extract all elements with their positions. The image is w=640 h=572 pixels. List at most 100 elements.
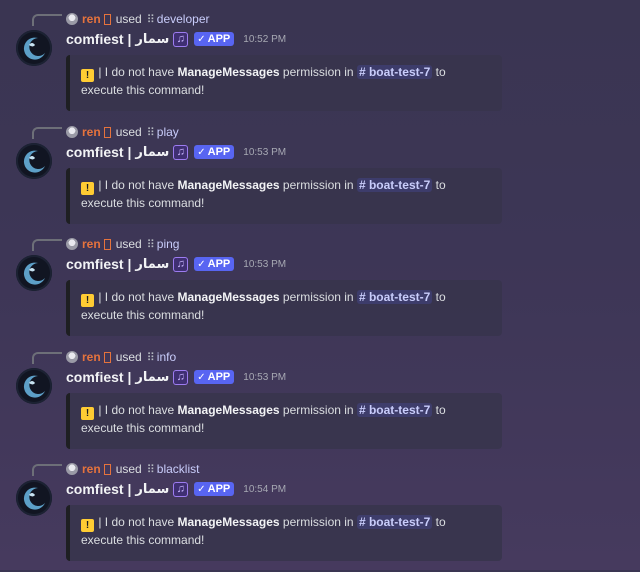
bot-username-arabic[interactable]: سمار xyxy=(135,31,169,47)
embed-text-middle: permission in xyxy=(279,515,357,529)
embed-permission-name: ManageMessages xyxy=(177,65,280,79)
bot-message: ren used ⠿ play comfiest | سمار ♫ ✓ APP … xyxy=(0,123,640,235)
warning-icon: ! xyxy=(81,69,94,82)
command-reply-context[interactable]: ren used ⠿ ping xyxy=(66,235,179,253)
warning-icon: ! xyxy=(81,519,94,532)
bot-username[interactable]: comfiest | xyxy=(66,31,131,47)
message-header: comfiest | سمار ♫ ✓ APP 10:54 PM xyxy=(66,479,286,499)
user-avatar-small[interactable] xyxy=(66,238,78,250)
missing-glyph-icon xyxy=(103,238,111,250)
checkmark-icon: ✓ xyxy=(197,146,206,158)
channel-mention[interactable]: # boat-test-7 xyxy=(356,290,433,304)
message-timestamp[interactable]: 10:52 PM xyxy=(243,34,286,45)
reply-used-text: used xyxy=(115,237,142,251)
channel-mention[interactable]: # boat-test-7 xyxy=(356,178,433,192)
bot-username-arabic[interactable]: سمار xyxy=(135,369,169,385)
app-badge[interactable]: ✓ APP xyxy=(194,145,235,159)
app-badge[interactable]: ✓ APP xyxy=(194,482,235,496)
command-name[interactable]: ping xyxy=(157,237,180,251)
music-note-icon: ♫ xyxy=(173,481,189,497)
music-note-icon: ♫ xyxy=(173,256,189,272)
warning-icon: ! xyxy=(81,294,94,307)
checkmark-icon: ✓ xyxy=(197,483,206,495)
bot-avatar[interactable] xyxy=(16,480,52,516)
message-embed: ! | I do not have ManageMessages permiss… xyxy=(66,505,502,561)
channel-mention[interactable]: # boat-test-7 xyxy=(356,515,433,529)
app-badge-label: APP xyxy=(207,483,231,495)
message-header: comfiest | سمار ♫ ✓ APP 10:53 PM xyxy=(66,142,286,162)
reply-username[interactable]: ren xyxy=(82,237,101,251)
bot-avatar[interactable] xyxy=(16,368,52,404)
bot-message: ren used ⠿ developer comfiest | سمار ♫ ✓… xyxy=(0,10,640,122)
user-avatar-small[interactable] xyxy=(66,463,78,475)
command-name[interactable]: blacklist xyxy=(157,462,200,476)
channel-mention[interactable]: # boat-test-7 xyxy=(356,403,433,417)
slash-command-icon: ⠿ xyxy=(146,351,155,364)
message-timestamp[interactable]: 10:53 PM xyxy=(243,259,286,270)
reply-username[interactable]: ren xyxy=(82,125,101,139)
message-timestamp[interactable]: 10:54 PM xyxy=(243,484,286,495)
reply-connector xyxy=(32,14,62,26)
user-avatar-small[interactable] xyxy=(66,126,78,138)
embed-text-prefix: | I do not have xyxy=(95,65,178,79)
bot-message: ren used ⠿ blacklist comfiest | سمار ♫ ✓… xyxy=(0,460,640,572)
reply-username[interactable]: ren xyxy=(82,350,101,364)
bot-username-arabic[interactable]: سمار xyxy=(135,144,169,160)
missing-glyph-icon xyxy=(103,463,111,475)
embed-permission-name: ManageMessages xyxy=(177,515,280,529)
slash-command-icon: ⠿ xyxy=(146,13,155,26)
app-badge[interactable]: ✓ APP xyxy=(194,370,235,384)
command-reply-context[interactable]: ren used ⠿ play xyxy=(66,123,179,141)
slash-command-icon: ⠿ xyxy=(146,238,155,251)
bot-avatar[interactable] xyxy=(16,255,52,291)
music-note-icon: ♫ xyxy=(173,31,189,47)
message-header: comfiest | سمار ♫ ✓ APP 10:52 PM xyxy=(66,29,286,49)
app-badge-label: APP xyxy=(207,371,231,383)
bot-avatar-moon-icon xyxy=(23,487,45,510)
command-name[interactable]: info xyxy=(157,350,176,364)
reply-username[interactable]: ren xyxy=(82,12,101,26)
bot-avatar-moon-icon xyxy=(23,262,45,285)
app-badge[interactable]: ✓ APP xyxy=(194,257,235,271)
message-timestamp[interactable]: 10:53 PM xyxy=(243,372,286,383)
embed-text-middle: permission in xyxy=(279,178,357,192)
embed-permission-name: ManageMessages xyxy=(177,290,280,304)
message-timestamp[interactable]: 10:53 PM xyxy=(243,147,286,158)
user-avatar-small[interactable] xyxy=(66,351,78,363)
missing-glyph-icon xyxy=(103,13,111,25)
bot-avatar[interactable] xyxy=(16,30,52,66)
bot-username[interactable]: comfiest | xyxy=(66,369,131,385)
warning-icon: ! xyxy=(81,182,94,195)
bot-username-arabic[interactable]: سمار xyxy=(135,256,169,272)
command-reply-context[interactable]: ren used ⠿ developer xyxy=(66,10,210,28)
embed-text-prefix: | I do not have xyxy=(95,178,178,192)
message-header: comfiest | سمار ♫ ✓ APP 10:53 PM xyxy=(66,254,286,274)
command-reply-context[interactable]: ren used ⠿ info xyxy=(66,348,176,366)
bot-username-arabic[interactable]: سمار xyxy=(135,481,169,497)
bot-avatar[interactable] xyxy=(16,143,52,179)
embed-text-middle: permission in xyxy=(279,403,357,417)
command-reply-context[interactable]: ren used ⠿ blacklist xyxy=(66,460,199,478)
bot-username[interactable]: comfiest | xyxy=(66,144,131,160)
bot-username[interactable]: comfiest | xyxy=(66,256,131,272)
music-note-icon: ♫ xyxy=(173,369,189,385)
reply-used-text: used xyxy=(115,125,142,139)
command-name[interactable]: developer xyxy=(157,12,210,26)
bot-message: ren used ⠿ ping comfiest | سمار ♫ ✓ APP … xyxy=(0,235,640,347)
warning-icon: ! xyxy=(81,407,94,420)
message-embed: ! | I do not have ManageMessages permiss… xyxy=(66,55,502,111)
slash-command-icon: ⠿ xyxy=(146,126,155,139)
reply-username[interactable]: ren xyxy=(82,462,101,476)
command-name[interactable]: play xyxy=(157,125,179,139)
user-avatar-small[interactable] xyxy=(66,13,78,25)
checkmark-icon: ✓ xyxy=(197,371,206,383)
app-badge-label: APP xyxy=(207,258,231,270)
bot-username[interactable]: comfiest | xyxy=(66,481,131,497)
channel-mention[interactable]: # boat-test-7 xyxy=(356,65,433,79)
bot-avatar-moon-icon xyxy=(23,150,45,173)
embed-text-prefix: | I do not have xyxy=(95,403,178,417)
app-badge[interactable]: ✓ APP xyxy=(194,32,235,46)
reply-connector xyxy=(32,127,62,139)
checkmark-icon: ✓ xyxy=(197,258,206,270)
checkmark-icon: ✓ xyxy=(197,33,206,45)
